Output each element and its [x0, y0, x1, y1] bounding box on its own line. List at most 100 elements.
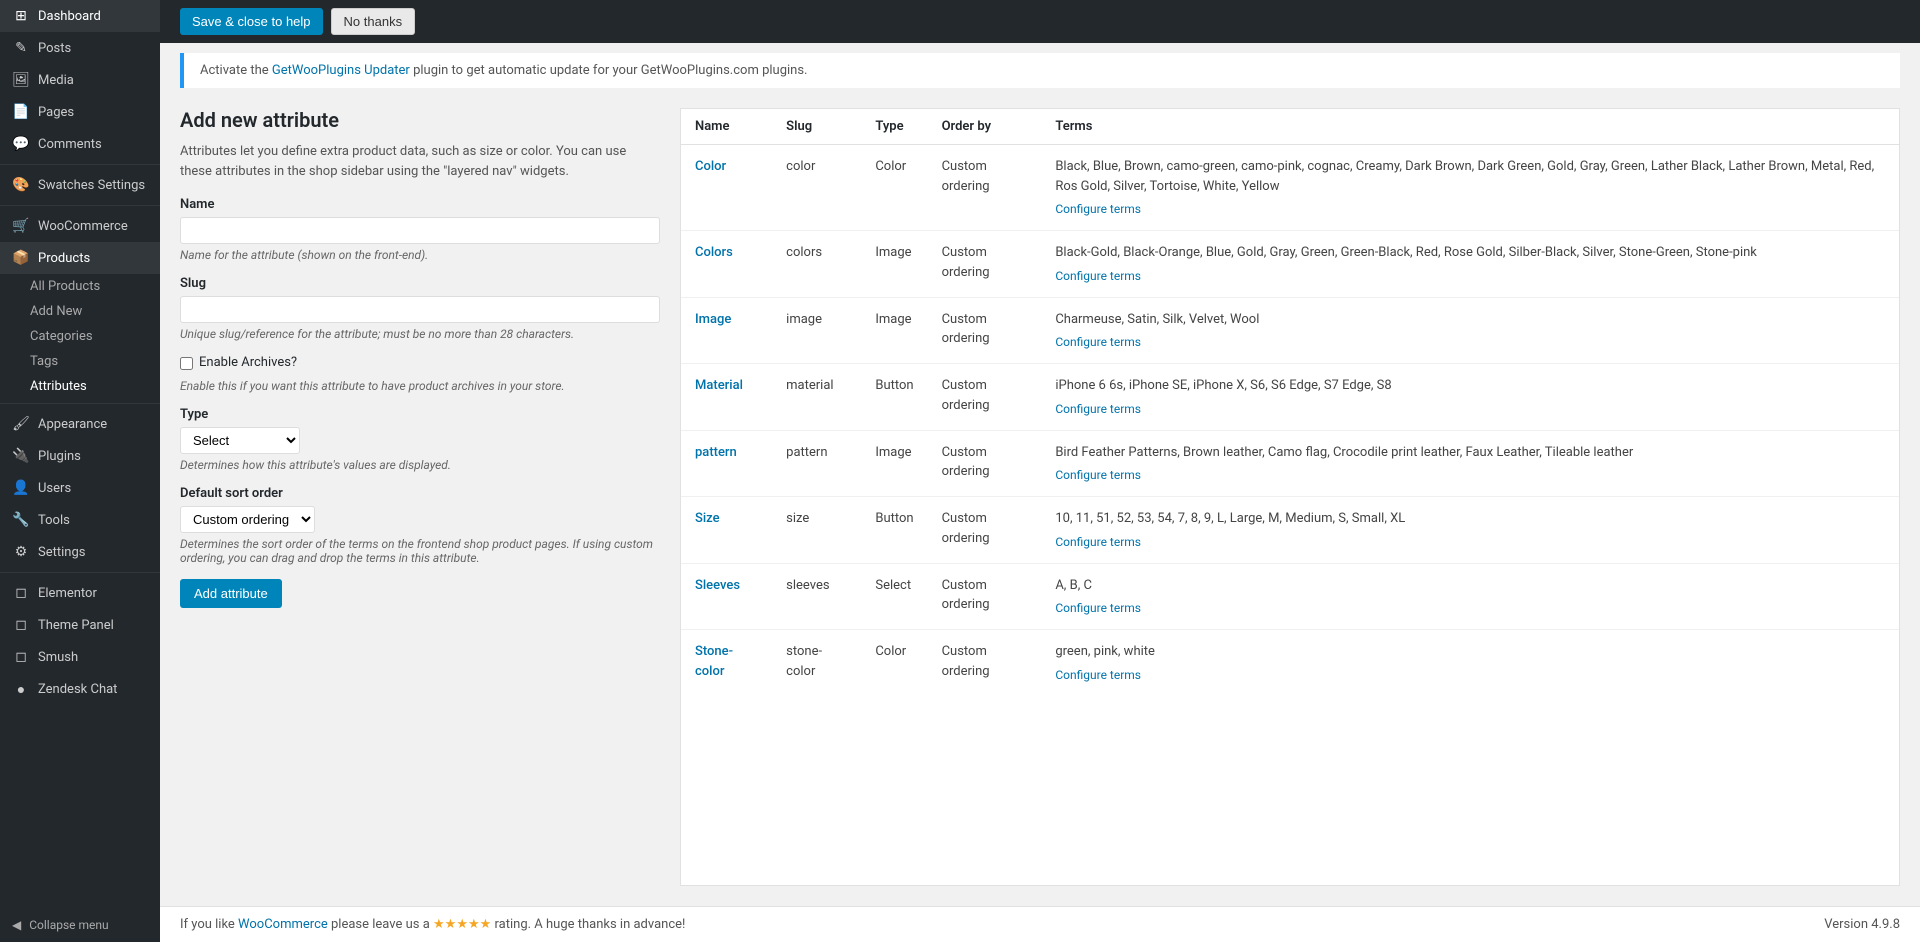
sidebar-item-woocommerce[interactable]: 🛒 WooCommerce	[0, 210, 160, 242]
add-attribute-button[interactable]: Add attribute	[180, 579, 282, 608]
attr-name-link[interactable]: pattern	[695, 445, 737, 460]
table-row: Material material Button Custom ordering…	[681, 364, 1899, 431]
attr-type: Color	[861, 145, 927, 231]
attr-name-link[interactable]: Size	[695, 511, 720, 526]
save-help-button[interactable]: Save & close to help	[180, 8, 323, 35]
attr-type: Button	[861, 364, 927, 431]
slug-input[interactable]	[180, 296, 660, 323]
sidebar-item-zendesk[interactable]: ● Zendesk Chat	[0, 673, 160, 706]
attr-name-link[interactable]: Color	[695, 159, 726, 174]
sidebar-sub-all-products[interactable]: All Products	[0, 274, 160, 299]
type-hint: Determines how this attribute's values a…	[180, 458, 660, 472]
sidebar-item-appearance[interactable]: 🖌 Appearance	[0, 408, 160, 440]
sidebar-item-dashboard[interactable]: ⊞ Dashboard	[0, 0, 160, 32]
name-hint: Name for the attribute (shown on the fro…	[180, 248, 660, 262]
smush-icon: ◻	[12, 649, 30, 665]
table-row: pattern pattern Image Custom ordering Bi…	[681, 430, 1899, 497]
sidebar-item-smush[interactable]: ◻ Smush	[0, 641, 160, 673]
getwoo-updater-link[interactable]: GetWooPlugins Updater	[272, 63, 410, 78]
update-notice: Activate the GetWooPlugins Updater plugi…	[180, 53, 1900, 88]
enable-archives-checkbox[interactable]	[180, 357, 193, 370]
attr-slug: sleeves	[772, 563, 861, 630]
settings-icon: ⚙	[12, 544, 30, 560]
attr-order-by: Custom ordering	[928, 430, 1042, 497]
attr-type: Image	[861, 231, 927, 298]
pages-icon: 📄	[12, 104, 30, 120]
type-select[interactable]: Select Color Button Image	[180, 427, 300, 454]
themepanel-icon: ◻	[12, 617, 30, 633]
sidebar-item-media[interactable]: 🖼 Media	[0, 64, 160, 96]
tools-icon: 🔧	[12, 512, 30, 528]
plugins-icon: 🔌	[12, 448, 30, 464]
zendesk-icon: ●	[12, 681, 30, 698]
sidebar-item-plugins[interactable]: 🔌 Plugins	[0, 440, 160, 472]
configure-terms-link[interactable]: Configure terms	[1055, 466, 1885, 484]
enable-archives-label[interactable]: Enable Archives?	[199, 355, 297, 370]
comments-icon: 💬	[12, 136, 30, 152]
attr-name-link[interactable]: Image	[695, 312, 731, 327]
attr-order-by: Custom ordering	[928, 563, 1042, 630]
attr-terms: 10, 11, 51, 52, 53, 54, 7, 8, 9, L, Larg…	[1041, 497, 1899, 564]
table-row: Color color Color Custom ordering Black,…	[681, 145, 1899, 231]
dashboard-icon: ⊞	[12, 8, 30, 24]
sidebar-item-tools[interactable]: 🔧 Tools	[0, 504, 160, 536]
attr-type: Image	[861, 430, 927, 497]
sidebar-item-products[interactable]: 📦 Products	[0, 242, 160, 274]
configure-terms-link[interactable]: Configure terms	[1055, 400, 1885, 418]
sidebar-divider-3	[0, 403, 160, 404]
enable-archives-group: Enable Archives? Enable this if you want…	[180, 355, 660, 393]
name-input[interactable]	[180, 217, 660, 244]
main-content: Save & close to help No thanks Activate …	[160, 0, 1920, 942]
rating-stars[interactable]: ★★★★★	[433, 917, 491, 932]
sidebar-sub-add-new[interactable]: Add New	[0, 299, 160, 324]
attr-type: Button	[861, 497, 927, 564]
configure-terms-link[interactable]: Configure terms	[1055, 599, 1885, 617]
attr-name-link[interactable]: Sleeves	[695, 578, 740, 593]
attr-order-by: Custom ordering	[928, 297, 1042, 364]
col-type: Type	[861, 109, 927, 145]
sidebar-item-pages[interactable]: 📄 Pages	[0, 96, 160, 128]
form-description: Attributes let you define extra product …	[180, 142, 660, 181]
woocommerce-footer-link[interactable]: WooCommerce	[238, 917, 328, 932]
sidebar-item-comments[interactable]: 💬 Comments	[0, 128, 160, 160]
enable-archives-hint: Enable this if you want this attribute t…	[180, 379, 660, 393]
no-thanks-button[interactable]: No thanks	[331, 8, 416, 35]
sidebar-item-settings[interactable]: ⚙ Settings	[0, 536, 160, 568]
sidebar-item-swatches[interactable]: 🎨 Swatches Settings	[0, 169, 160, 201]
sidebar-item-users[interactable]: 👤 Users	[0, 472, 160, 504]
configure-terms-link[interactable]: Configure terms	[1055, 200, 1885, 218]
attr-name-link[interactable]: Material	[695, 378, 743, 393]
version-text: Version 4.9.8	[1824, 917, 1900, 932]
attr-slug: stone-color	[772, 630, 861, 696]
footer-text: If you like WooCommerce please leave us …	[180, 917, 685, 932]
table-row: Stone-color stone-color Color Custom ord…	[681, 630, 1899, 696]
sidebar-item-elementor[interactable]: ◻ Elementor	[0, 577, 160, 609]
configure-terms-link[interactable]: Configure terms	[1055, 666, 1885, 684]
table-row: Sleeves sleeves Select Custom ordering A…	[681, 563, 1899, 630]
configure-terms-link[interactable]: Configure terms	[1055, 267, 1885, 285]
sidebar-sub-categories[interactable]: Categories	[0, 324, 160, 349]
attr-order-by: Custom ordering	[928, 145, 1042, 231]
sidebar-divider-2	[0, 205, 160, 206]
slug-field-group: Slug Unique slug/reference for the attri…	[180, 276, 660, 341]
attr-name-link[interactable]: Stone-color	[695, 644, 733, 679]
collapse-menu-button[interactable]: ◀ Collapse menu	[0, 908, 160, 942]
sidebar-divider-4	[0, 572, 160, 573]
posts-icon: ✎	[12, 40, 30, 56]
sidebar-sub-tags[interactable]: Tags	[0, 349, 160, 374]
attr-terms: Black, Blue, Brown, camo-green, camo-pin…	[1041, 145, 1899, 231]
table-row: Size size Button Custom ordering 10, 11,…	[681, 497, 1899, 564]
sort-order-select[interactable]: Custom ordering Name Name (numeric) ID	[180, 506, 315, 533]
sidebar-sub-attributes[interactable]: Attributes	[0, 374, 160, 399]
col-slug: Slug	[772, 109, 861, 145]
configure-terms-link[interactable]: Configure terms	[1055, 333, 1885, 351]
configure-terms-link[interactable]: Configure terms	[1055, 533, 1885, 551]
attr-name-link[interactable]: Colors	[695, 245, 733, 260]
swatches-icon: 🎨	[12, 177, 30, 193]
slug-label: Slug	[180, 276, 660, 291]
table-row: Colors colors Image Custom ordering Blac…	[681, 231, 1899, 298]
sidebar-item-posts[interactable]: ✎ Posts	[0, 32, 160, 64]
sidebar-item-themepanel[interactable]: ◻ Theme Panel	[0, 609, 160, 641]
attr-terms: Black-Gold, Black-Orange, Blue, Gold, Gr…	[1041, 231, 1899, 298]
top-button-bar: Save & close to help No thanks	[160, 0, 1920, 43]
